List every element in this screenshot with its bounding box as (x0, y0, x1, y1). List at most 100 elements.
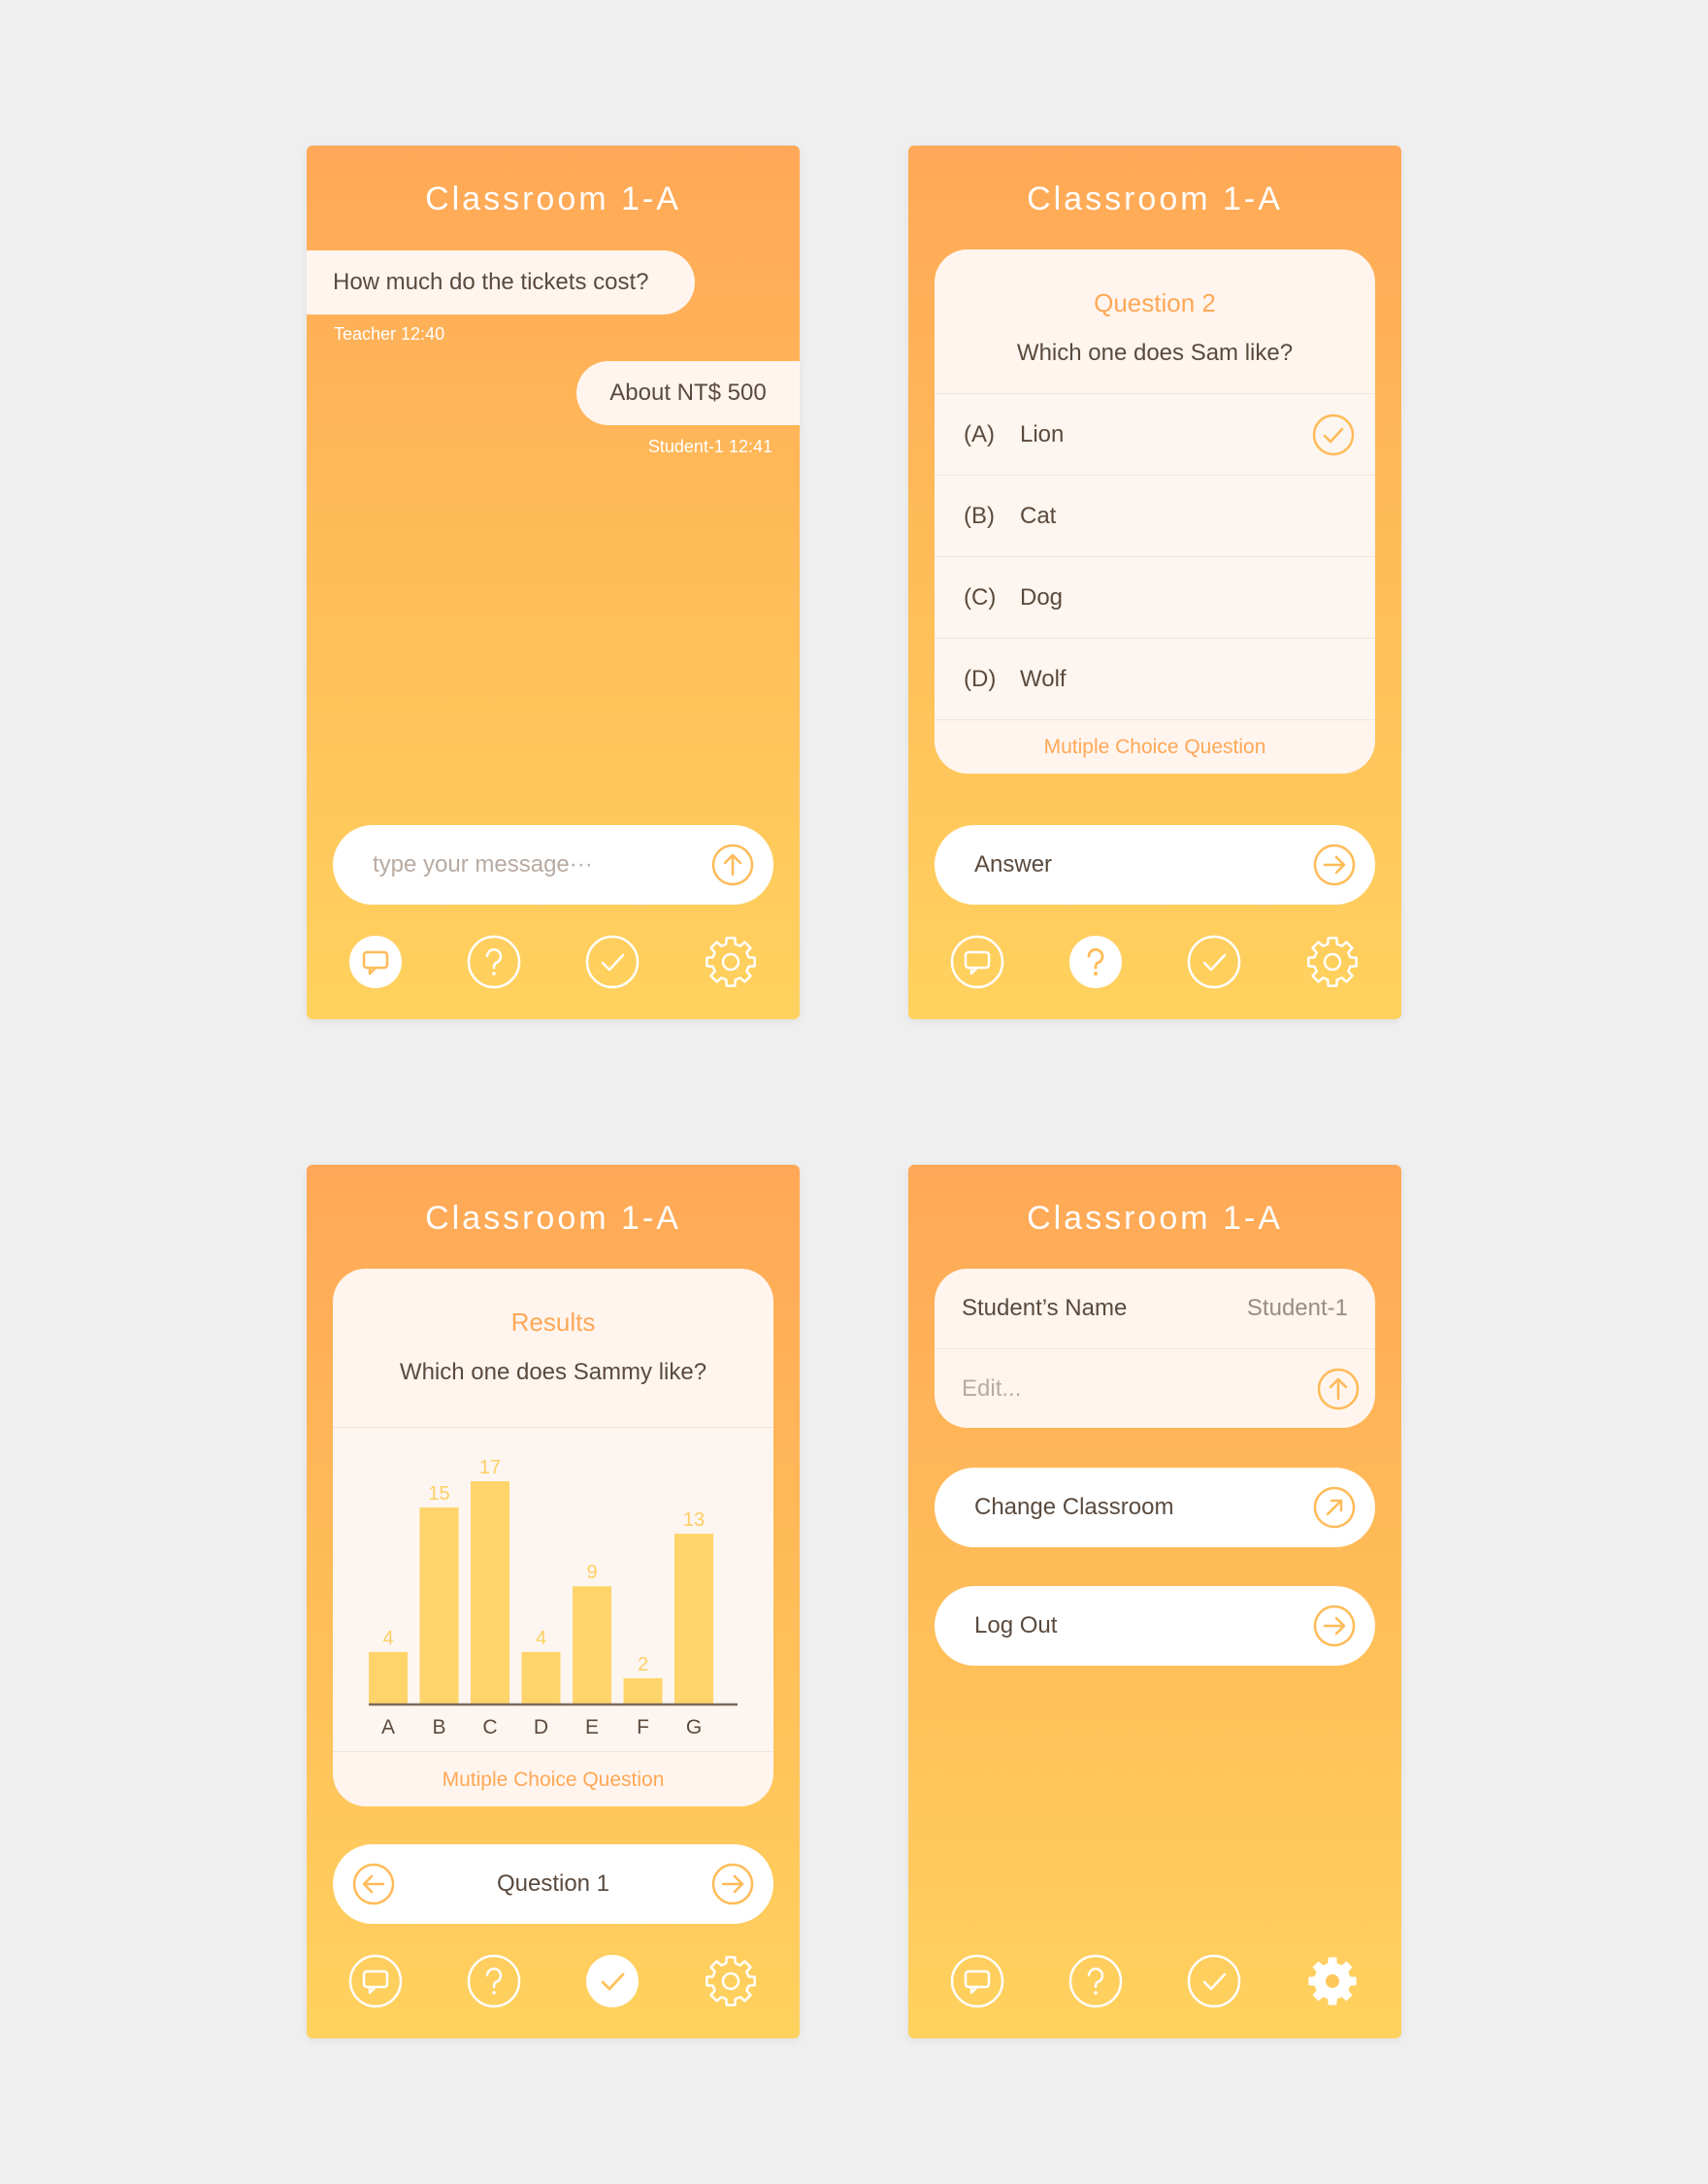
results-heading: Results (510, 1307, 596, 1337)
gear-icon[interactable] (703, 934, 759, 990)
bar-E (573, 1586, 611, 1704)
question-type-label: Mutiple Choice Question (333, 1751, 773, 1806)
gear-hub (1323, 952, 1342, 972)
question-icon[interactable] (1068, 1953, 1124, 2009)
option-b[interactable]: (B) Cat (935, 475, 1375, 556)
gear-icon[interactable] (1304, 1953, 1361, 2009)
results-question-text: Which one does Sammy like? (399, 1359, 707, 1385)
check-icon[interactable] (584, 934, 640, 990)
category-label: C (482, 1716, 497, 1738)
question-text: Which one does Sam like? (1016, 340, 1294, 366)
arrow-right-icon[interactable] (1313, 844, 1356, 886)
gear-icon[interactable] (703, 1953, 759, 2009)
bar-value-label: 15 (428, 1483, 449, 1505)
chat-bubble-icon[interactable] (347, 1953, 404, 2009)
bar-value-label: 4 (382, 1628, 393, 1649)
arrow-right-icon (1313, 1605, 1356, 1647)
bar-G (674, 1534, 713, 1704)
student-message: About NT$ 500 (576, 361, 800, 425)
log-out-label: Log Out (974, 1612, 1058, 1638)
arrow-up-right-icon (1313, 1486, 1356, 1529)
chat-screen: Classroom 1-A How much do the tickets co… (307, 146, 800, 1019)
option-a[interactable]: (A) Lion (935, 393, 1375, 475)
bar-value-label: 17 (479, 1457, 501, 1478)
bar-F (623, 1677, 663, 1704)
results-card: Results Which one does Sammy like? 4 A 15 B… (333, 1269, 773, 1806)
arrow-left-icon[interactable] (352, 1863, 395, 1905)
category-label: B (432, 1716, 445, 1738)
bottom-nav (908, 1953, 1401, 2011)
option-letter: (B) (964, 502, 995, 529)
question-pager: Question 1 (333, 1844, 773, 1924)
bar-A (369, 1651, 408, 1704)
gear-hub (1326, 1974, 1339, 1988)
option-label: Wolf (1020, 665, 1067, 692)
classroom-title: Classroom 1-A (425, 1200, 681, 1237)
check-icon[interactable] (584, 1953, 640, 2009)
chat-bubble-icon[interactable] (949, 934, 1005, 990)
change-classroom-button[interactable]: Change Classroom (935, 1468, 1375, 1547)
bottom-nav (908, 934, 1401, 992)
question-card: Question 2 Which one does Sam like? (A) … (935, 249, 1375, 774)
gear-hub (721, 952, 740, 972)
question-screen: Classroom 1-A Question 2 Which one does … (908, 146, 1401, 1019)
option-letter: (C) (964, 583, 997, 611)
results-screen: Classroom 1-A Results Which one does Sam… (307, 1165, 800, 2038)
check-icon[interactable] (1186, 1953, 1242, 2009)
answer-label: Answer (974, 851, 1053, 877)
option-c[interactable]: (C) Dog (935, 556, 1375, 638)
option-d[interactable]: (D) Wolf (935, 638, 1375, 719)
bar-C (471, 1481, 509, 1704)
answer-button[interactable]: Answer (935, 825, 1375, 905)
student-name-row: Student’s Name Student-1 (935, 1269, 1375, 1348)
option-letter: (D) (964, 665, 997, 692)
option-label: Dog (1020, 583, 1064, 611)
edit-name-row[interactable]: Edit... (935, 1348, 1375, 1428)
student-message-meta: Student-1 12:41 (647, 437, 772, 456)
change-classroom-label: Change Classroom (974, 1494, 1174, 1520)
teacher-message: How much do the tickets cost? (307, 250, 695, 314)
message-input[interactable]: type your message··· (333, 825, 773, 905)
student-name-card: Student’s Name Student-1 Edit... (935, 1269, 1375, 1428)
results-bar-chart: 4 A 15 B 17 C 4 D 9 E 2 F 13 G (369, 1457, 738, 1738)
option-letter: (A) (964, 420, 995, 447)
teacher-message-meta: Teacher 12:40 (334, 324, 445, 344)
question-type-label: Mutiple Choice Question (935, 719, 1375, 774)
gear-icon[interactable] (1304, 934, 1361, 990)
bottom-nav (307, 1953, 800, 2011)
bar-value-label: 13 (683, 1509, 705, 1531)
bar-value-label: 9 (586, 1562, 597, 1583)
student-name-value: Student-1 (1246, 1295, 1348, 1321)
check-icon[interactable] (1186, 934, 1242, 990)
student-name-label: Student’s Name (962, 1295, 1128, 1321)
bar-value-label: 4 (536, 1628, 546, 1649)
option-label: Lion (1020, 420, 1065, 447)
question-icon[interactable] (466, 1953, 522, 2009)
question-icon[interactable] (1068, 934, 1124, 990)
chat-bubble-icon[interactable] (949, 1953, 1005, 2009)
classroom-title: Classroom 1-A (1027, 181, 1283, 217)
category-label: F (637, 1716, 649, 1738)
category-label: G (686, 1716, 702, 1738)
gear-shape (706, 1956, 756, 2006)
category-label: E (585, 1716, 599, 1738)
bar-D (521, 1651, 561, 1704)
bar-B (419, 1507, 459, 1704)
edit-name-input[interactable]: Edit... (962, 1375, 1021, 1403)
settings-screen: Classroom 1-A Student’s Name Student-1 E… (908, 1165, 1401, 2038)
send-arrow-up-icon[interactable] (711, 844, 754, 886)
arrow-right-icon[interactable] (711, 1863, 754, 1905)
bottom-nav (307, 934, 800, 992)
pager-label: Question 1 (496, 1870, 610, 1897)
log-out-button[interactable]: Log Out (935, 1586, 1375, 1666)
message-input-placeholder[interactable]: type your message··· (333, 851, 711, 878)
question-heading: Question 2 (1094, 288, 1216, 317)
question-icon[interactable] (466, 934, 522, 990)
category-label: A (381, 1716, 395, 1738)
classroom-title: Classroom 1-A (1027, 1200, 1283, 1237)
gear-shape (706, 937, 756, 987)
submit-arrow-up-icon[interactable] (1317, 1368, 1360, 1410)
chat-bubble-icon[interactable] (347, 934, 404, 990)
selected-check-icon (1312, 414, 1355, 456)
option-label: Cat (1020, 502, 1057, 529)
